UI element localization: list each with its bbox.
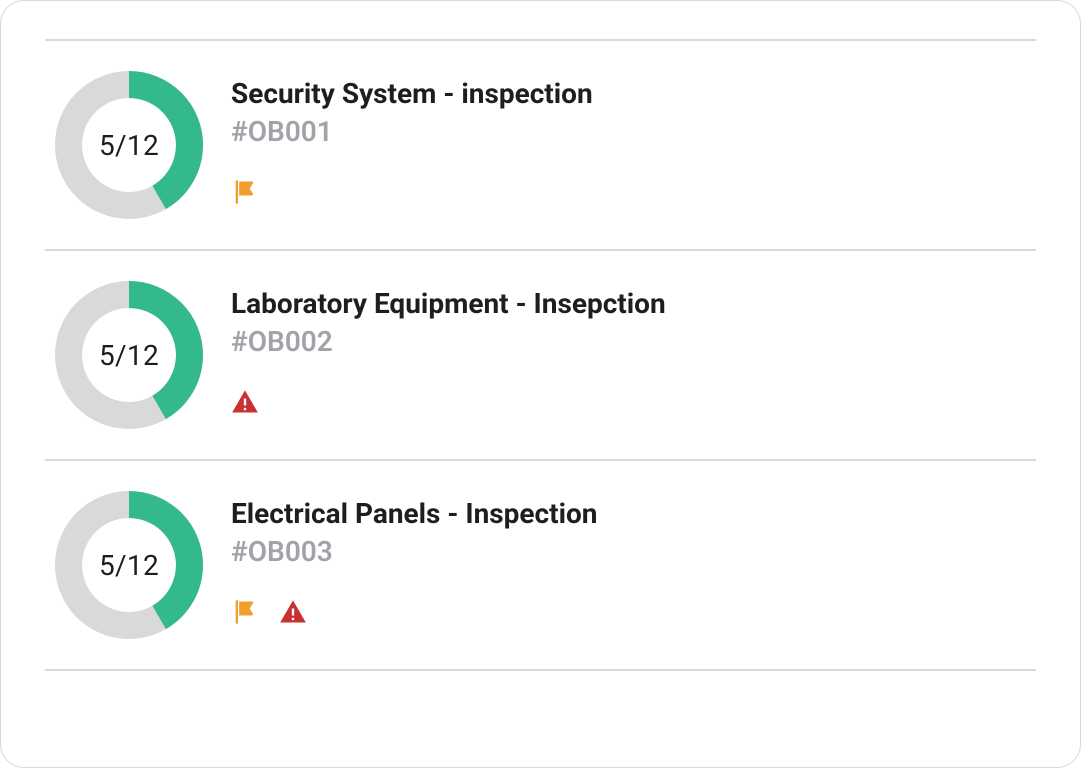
progress-ring: 5/12 bbox=[55, 281, 203, 429]
inspection-list: 5/12 Security System - inspection #OB001 bbox=[45, 41, 1036, 671]
inspection-list-card: 5/12 Security System - inspection #OB001 bbox=[0, 0, 1081, 768]
flag-icon bbox=[231, 178, 259, 206]
item-code: #OB003 bbox=[231, 535, 598, 568]
item-status-icons bbox=[231, 598, 598, 626]
progress-ring: 5/12 bbox=[55, 491, 203, 639]
item-title: Electrical Panels - Inspection bbox=[231, 497, 598, 531]
list-item[interactable]: 5/12 Security System - inspection #OB001 bbox=[45, 41, 1036, 251]
list-item-content: Laboratory Equipment - Insepction #OB002 bbox=[231, 281, 666, 416]
alert-icon bbox=[279, 598, 307, 626]
flag-icon bbox=[231, 598, 259, 626]
item-code: #OB001 bbox=[231, 115, 593, 148]
progress-label: 5/12 bbox=[55, 281, 203, 429]
list-item-content: Electrical Panels - Inspection #OB003 bbox=[231, 491, 598, 626]
item-status-icons bbox=[231, 388, 666, 416]
item-title: Security System - inspection bbox=[231, 77, 593, 111]
alert-icon bbox=[231, 388, 259, 416]
list-item-content: Security System - inspection #OB001 bbox=[231, 71, 593, 206]
list-item[interactable]: 5/12 Electrical Panels - Inspection #OB0… bbox=[45, 461, 1036, 671]
progress-label: 5/12 bbox=[55, 491, 203, 639]
progress-ring: 5/12 bbox=[55, 71, 203, 219]
progress-label: 5/12 bbox=[55, 71, 203, 219]
list-item[interactable]: 5/12 Laboratory Equipment - Insepction #… bbox=[45, 251, 1036, 461]
item-title: Laboratory Equipment - Insepction bbox=[231, 287, 666, 321]
item-status-icons bbox=[231, 178, 593, 206]
item-code: #OB002 bbox=[231, 325, 666, 358]
